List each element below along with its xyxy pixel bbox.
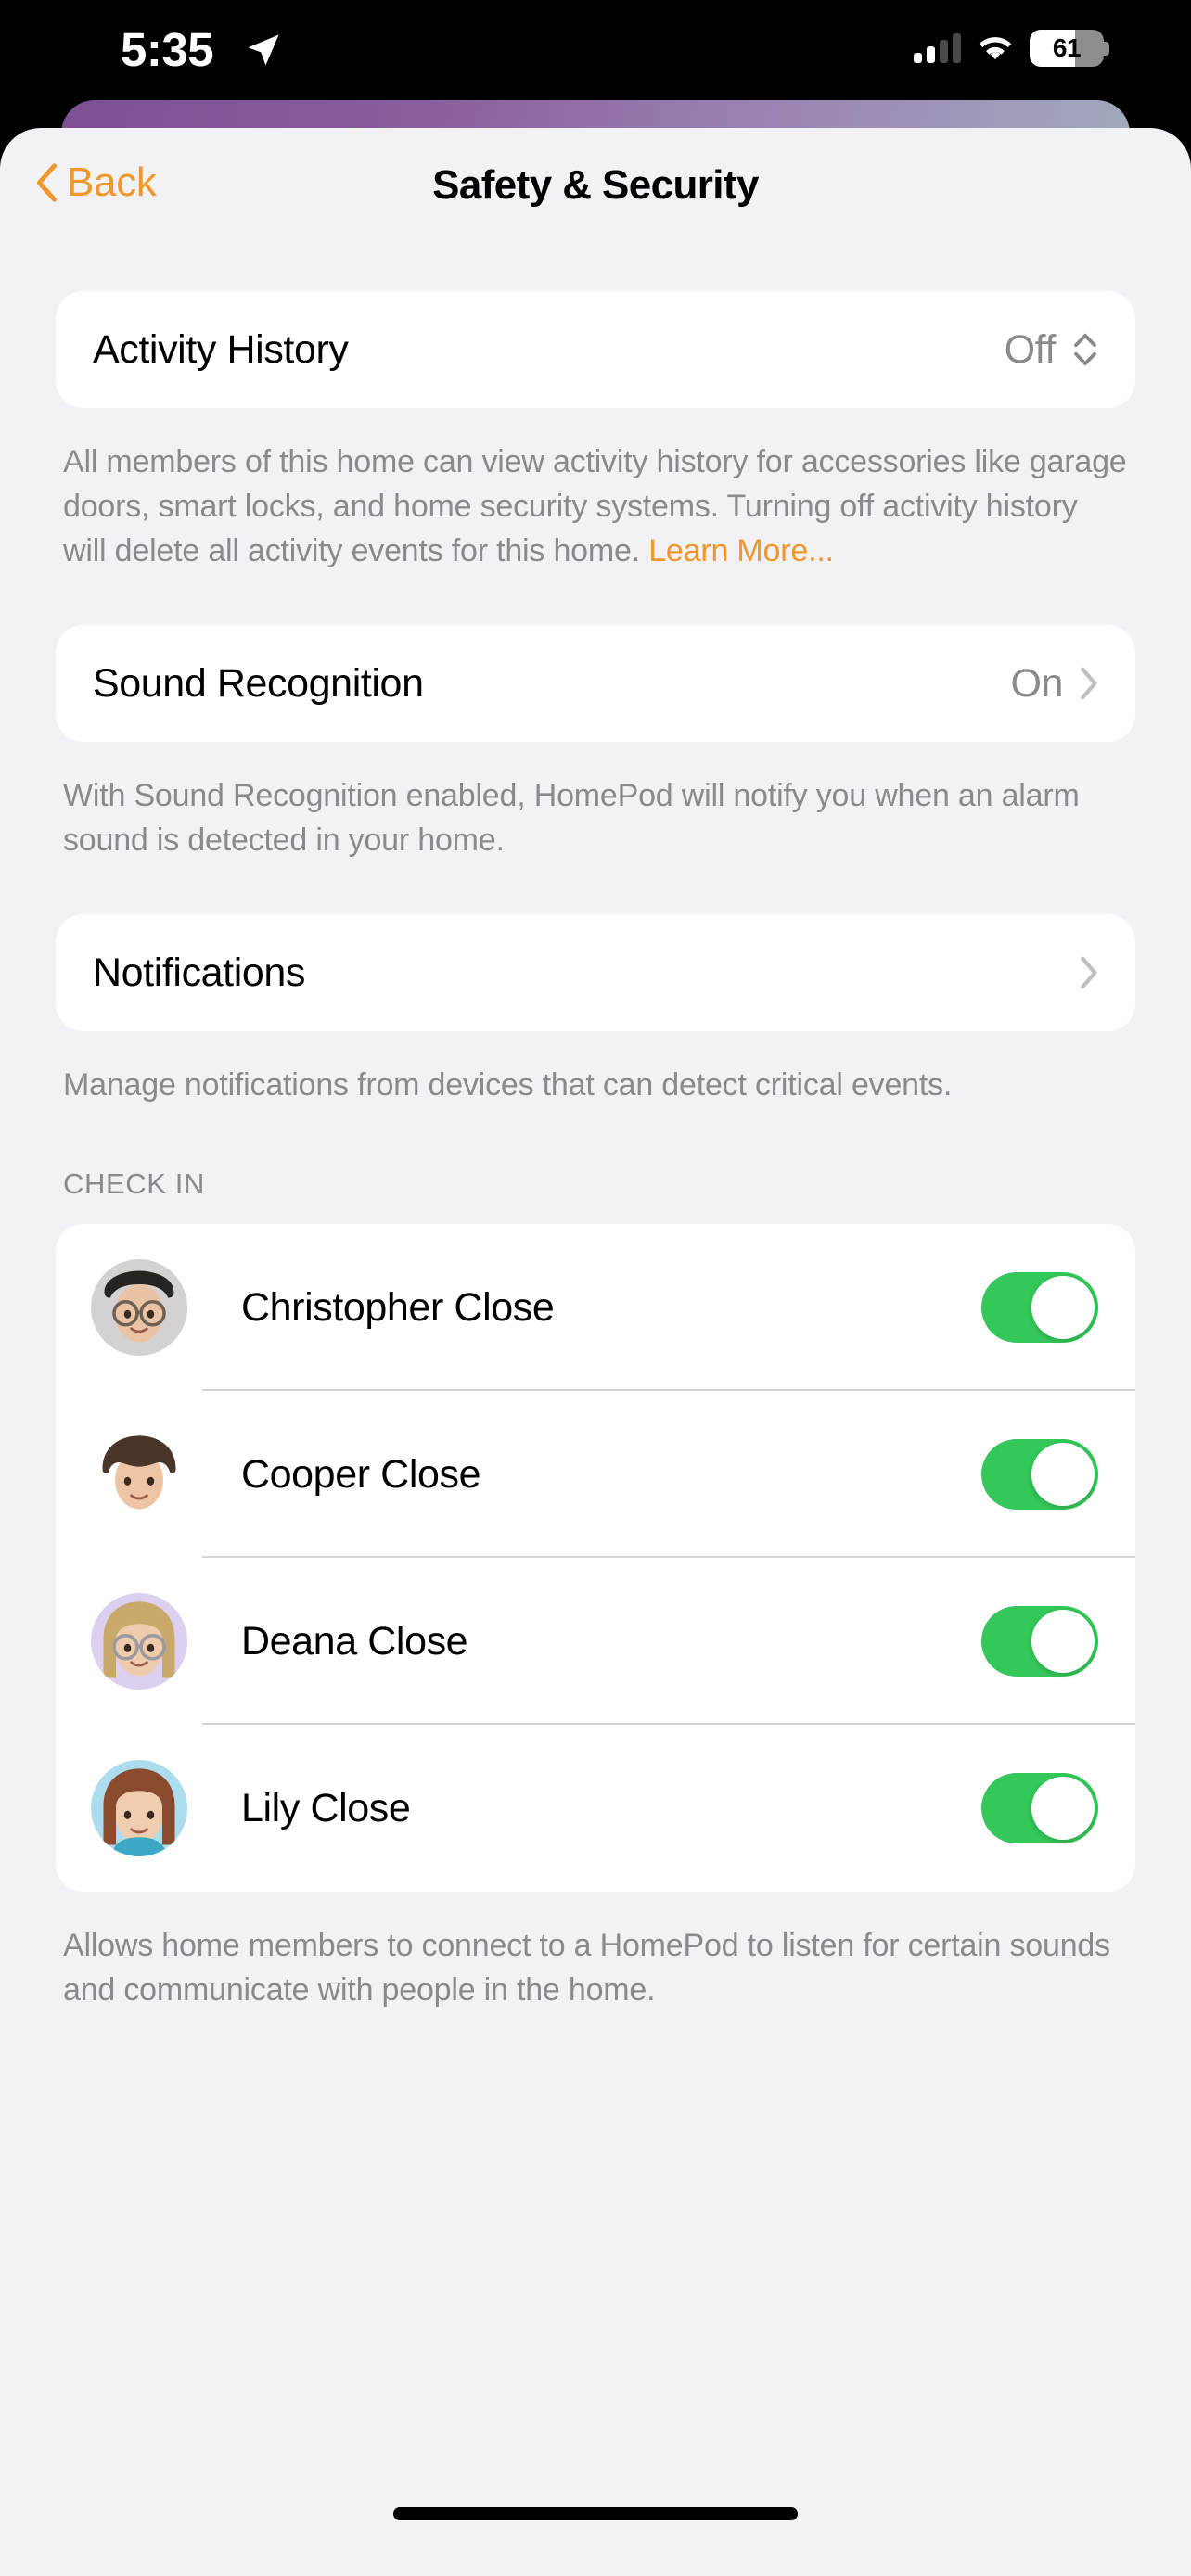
sound-recognition-label: Sound Recognition [93,661,424,706]
memoji-avatar [91,1259,187,1356]
sound-recognition-value: On [1010,661,1063,706]
settings-sheet: Back Safety & Security Activity History … [0,128,1191,2576]
check-in-group-header: CHECK IN [63,1167,205,1200]
notifications-footnote: Manage notifications from devices that c… [63,1067,953,1103]
check-in-member-row[interactable]: Cooper Close [56,1391,1135,1558]
activity-history-card: Activity History Off [56,291,1135,408]
check-in-toggle[interactable] [981,1773,1098,1843]
status-bar-right: 61 [914,30,1109,67]
activity-history-row[interactable]: Activity History Off [56,291,1135,408]
wifi-icon [979,37,1012,60]
check-in-footnote: Allows home members to connect to a Home… [63,1928,1110,2008]
notifications-row[interactable]: Notifications [56,914,1135,1031]
check-in-member-row[interactable]: Christopher Close [56,1224,1135,1391]
sound-recognition-row[interactable]: Sound Recognition On [56,625,1135,742]
settings-content: Activity History Off All members of this… [0,245,1191,2012]
battery-percent-label: 61 [1052,33,1082,62]
check-in-toggle[interactable] [981,1439,1098,1510]
check-in-toggle[interactable] [981,1606,1098,1677]
check-in-member-name: Lily Close [241,1786,411,1830]
check-in-member-name: Christopher Close [241,1285,555,1330]
toggle-knob [1031,1276,1095,1339]
check-in-toggle[interactable] [981,1272,1098,1343]
toggle-knob [1031,1777,1095,1840]
memoji-avatar [91,1426,187,1523]
phone-screen: 5:35 61 Back Safety & Security Activity … [0,0,1191,2576]
memoji-avatar [91,1593,187,1690]
navigation-bar: Back Safety & Security [0,128,1191,245]
notifications-label: Notifications [93,950,306,995]
activity-history-label: Activity History [93,327,349,372]
chevron-up-down-icon [1074,333,1096,366]
cellular-signal-icon [914,33,961,63]
check-in-member-row[interactable]: Deana Close [56,1558,1135,1725]
battery-icon: 61 [1030,30,1109,67]
location-arrow-icon [248,34,279,66]
toggle-knob [1031,1443,1095,1506]
activity-history-value: Off [1004,327,1057,372]
chevron-right-icon [1081,956,1097,989]
home-indicator [393,2507,798,2520]
status-bar-time: 5:35 [121,23,214,76]
chevron-right-icon [1081,667,1097,700]
notifications-card: Notifications [56,914,1135,1031]
toggle-knob [1031,1610,1095,1673]
memoji-avatar [91,1760,187,1856]
check-in-members-card: Christopher Close Cooper Close Deana Clo… [56,1224,1135,1892]
sound-recognition-footnote: With Sound Recognition enabled, HomePod … [63,778,1080,858]
learn-more-link[interactable]: Learn More... [648,533,834,568]
status-bar: 5:35 61 [0,0,1191,100]
check-in-member-name: Deana Close [241,1619,468,1664]
check-in-member-name: Cooper Close [241,1452,481,1497]
activity-history-footnote-text: All members of this home can view activi… [63,444,1127,568]
sound-recognition-card: Sound Recognition On [56,625,1135,742]
check-in-member-row[interactable]: Lily Close [56,1725,1135,1892]
page-title: Safety & Security [432,162,759,208]
activity-history-footnote: All members of this home can view activi… [56,440,1135,573]
